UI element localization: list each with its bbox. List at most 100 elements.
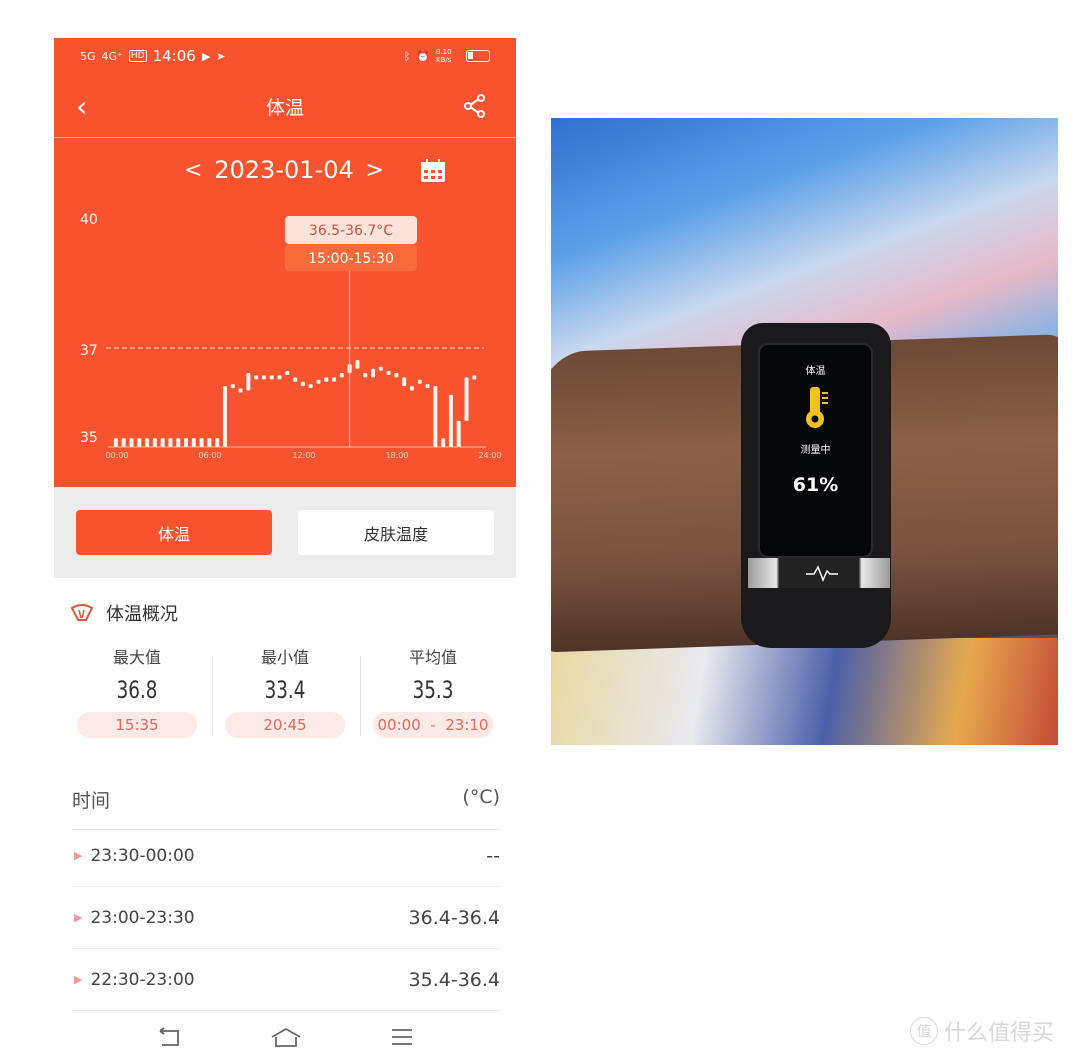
photo-background	[551, 638, 1058, 745]
list-item[interactable]: ▶ 23:00-23:30 36.4-36.4	[72, 887, 500, 949]
range-bar[interactable]	[145, 438, 150, 447]
band-sensor-plate	[748, 558, 890, 588]
y-tick-label: 35	[80, 430, 98, 446]
stat-label: 最大值	[112, 648, 161, 667]
row-value: 36.4-36.4	[408, 906, 500, 929]
tooltip-value: 36.5-36.7°C	[309, 223, 393, 239]
range-bar[interactable]	[261, 375, 266, 380]
range-bar[interactable]	[300, 381, 305, 387]
current-date[interactable]: 2023-01-04	[214, 156, 353, 184]
prev-date-button[interactable]: <	[184, 158, 202, 183]
stat-label: 最小值	[260, 648, 309, 667]
range-bar[interactable]	[254, 375, 259, 380]
band-screen-status: 测量中	[800, 445, 831, 456]
media-icon: ▶	[201, 49, 211, 63]
status-bar: 5G 4G⁺ HD 14:06 ▶ ➤ ᛒ ⏰ 0.10 KB/s	[80, 46, 490, 66]
range-bar[interactable]	[269, 375, 274, 380]
tab-body-temperature[interactable]: 体温	[76, 510, 272, 555]
range-bar[interactable]	[386, 371, 391, 376]
tab-bar: 体温 皮肤温度	[54, 487, 516, 578]
network-speed: 0.10 KB/s	[436, 48, 452, 64]
range-bar[interactable]	[230, 384, 235, 389]
range-bar[interactable]	[293, 377, 298, 382]
list-item[interactable]: ▶ 23:30-00:00 --	[72, 825, 500, 887]
range-bar[interactable]	[417, 379, 422, 384]
nav-back-icon[interactable]	[159, 1027, 179, 1046]
watermark-seal: 值	[910, 1017, 938, 1045]
stat-average: 平均值 35.3 00:00 - 23:10	[358, 644, 508, 738]
stat-value: 36.8	[116, 676, 158, 704]
row-time: 22:30-23:00	[90, 969, 195, 990]
range-bar[interactable]	[246, 373, 251, 391]
range-bar[interactable]	[332, 377, 337, 382]
range-bar[interactable]	[316, 379, 321, 384]
range-bar[interactable]	[402, 377, 407, 387]
row-time: 23:30-00:00	[90, 845, 195, 866]
tooltip: 36.5-36.7°C 15:00-15:30	[285, 216, 417, 271]
triangle-right-icon: ▶	[74, 849, 83, 862]
summary-title-text: 体温概况	[106, 604, 178, 625]
list-item[interactable]: ▶ 22:30-23:00 35.4-36.4	[72, 949, 500, 1011]
range-bar[interactable]	[121, 438, 126, 447]
triangle-right-icon: ▶	[74, 973, 83, 986]
signal-5g-icon: 5G	[80, 49, 96, 63]
range-bar[interactable]	[215, 438, 220, 447]
tooltip-time: 15:00-15:30	[308, 251, 394, 267]
range-bar[interactable]	[472, 375, 477, 380]
bluetooth-icon: ᛒ	[403, 49, 411, 63]
row-time: 23:00-23:30	[90, 907, 195, 928]
heartbeat-icon	[806, 565, 838, 582]
range-bar[interactable]	[394, 373, 399, 378]
range-bar[interactable]	[355, 360, 360, 369]
range-bar[interactable]	[433, 386, 438, 447]
range-bar[interactable]	[339, 373, 344, 378]
stat-min: 最小值 33.4 20:45	[210, 644, 360, 738]
range-bar[interactable]	[137, 438, 142, 447]
watermark: 值 什么值得买	[910, 1015, 1054, 1047]
range-bar[interactable]	[441, 438, 446, 447]
range-bar[interactable]	[160, 438, 165, 447]
range-bar[interactable]	[308, 384, 313, 389]
share-icon[interactable]	[462, 93, 488, 119]
stat-max: 最大值 36.8 15:35	[62, 644, 212, 738]
range-bar[interactable]	[168, 438, 173, 447]
stat-value: 35.3	[412, 676, 454, 704]
nav-menu-icon[interactable]	[392, 1029, 412, 1045]
thermometer-icon	[805, 387, 828, 428]
range-bar[interactable]	[238, 388, 243, 393]
y-tick-label: 37	[80, 343, 98, 359]
range-bar[interactable]	[456, 420, 461, 447]
range-bar[interactable]	[152, 438, 157, 447]
range-bar[interactable]	[324, 377, 329, 382]
range-bar[interactable]	[191, 438, 196, 447]
range-bar[interactable]	[448, 394, 453, 447]
next-date-button[interactable]: >	[366, 158, 384, 183]
range-bar[interactable]	[184, 438, 189, 447]
range-bar[interactable]	[425, 384, 430, 389]
range-bar[interactable]	[363, 373, 368, 378]
range-bar[interactable]	[285, 371, 290, 376]
x-tick-label: 00:00	[105, 451, 128, 460]
range-bar[interactable]	[371, 368, 376, 378]
range-bar[interactable]	[409, 386, 414, 391]
tab-skin-temperature[interactable]: 皮肤温度	[298, 510, 494, 555]
range-bar[interactable]	[464, 377, 469, 421]
range-bar[interactable]	[207, 438, 212, 447]
stat-time: 15:35	[77, 712, 197, 738]
range-bar[interactable]	[378, 366, 383, 371]
list-header-time: 时间	[72, 790, 111, 812]
nav-home-icon[interactable]	[271, 1027, 301, 1047]
system-nav-bar	[159, 1027, 412, 1047]
alarm-icon: ⏰	[416, 49, 430, 63]
temperature-chart[interactable]: 40 37 35 36.5-36.7°C 15:00-15:30 00:00 0…	[54, 200, 516, 470]
range-bar[interactable]	[176, 438, 181, 447]
calendar-icon[interactable]	[419, 158, 447, 184]
range-bar[interactable]	[277, 375, 282, 380]
range-bar[interactable]	[129, 438, 134, 447]
range-bar[interactable]	[222, 386, 227, 447]
range-bar[interactable]	[199, 438, 204, 447]
band-screen: 体温 测量中 61%	[758, 343, 873, 558]
range-bar[interactable]	[113, 438, 118, 447]
row-value: --	[486, 844, 500, 867]
wristband-photo: 体温 测量中 61%	[551, 118, 1058, 745]
